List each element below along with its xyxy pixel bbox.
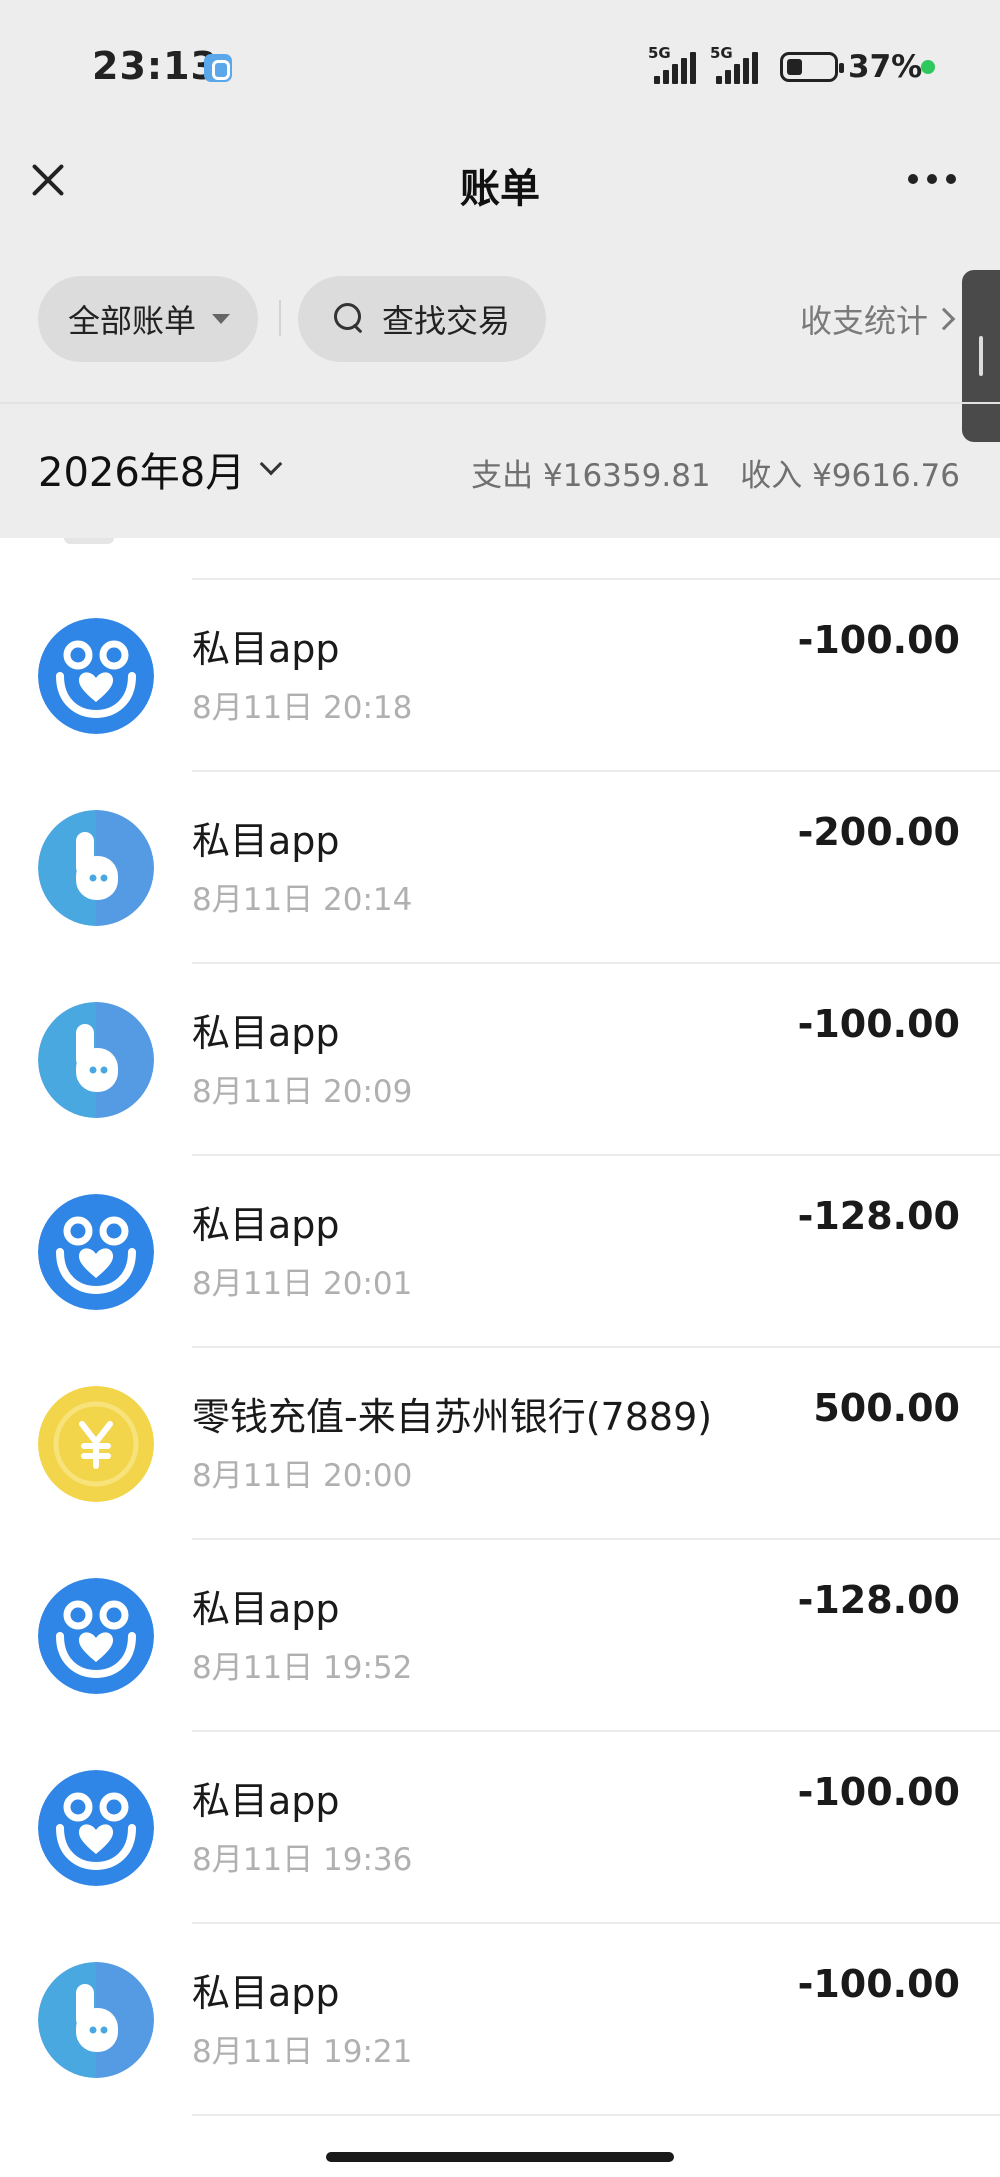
notification-app-icon bbox=[204, 54, 232, 82]
chevron-down-icon bbox=[259, 452, 283, 476]
signal-strength-icon: 5G bbox=[648, 44, 704, 86]
transaction-time: 8月11日 19:52 bbox=[192, 1650, 413, 1686]
transaction-amount: -100.00 bbox=[797, 1962, 960, 2006]
b-logo-icon bbox=[38, 1002, 154, 1118]
transaction-time: 8月11日 20:00 bbox=[192, 1458, 413, 1494]
chevron-right-icon bbox=[932, 307, 956, 331]
transaction-amount: -128.00 bbox=[797, 1578, 960, 1622]
heart-hands-icon bbox=[38, 618, 154, 734]
transaction-row[interactable]: 私目app 8月11日 20:14 -200.00 bbox=[0, 772, 1000, 964]
transaction-title: 私目app bbox=[192, 1587, 340, 1631]
transaction-row[interactable]: 私目app 8月11日 19:36 -100.00 bbox=[0, 1732, 1000, 1924]
divider bbox=[279, 300, 281, 336]
transaction-time: 8月11日 20:14 bbox=[192, 882, 413, 918]
caret-down-icon bbox=[212, 314, 231, 324]
transaction-time: 8月11日 20:18 bbox=[192, 690, 413, 726]
transaction-amount: 500.00 bbox=[813, 1386, 960, 1430]
transaction-title: 私目app bbox=[192, 1203, 340, 1247]
search-transactions-button[interactable]: 查找交易 bbox=[298, 276, 546, 362]
search-icon bbox=[334, 303, 366, 335]
heart-hands-icon bbox=[38, 1578, 154, 1694]
privacy-indicator-dot bbox=[921, 60, 935, 74]
b-logo-icon bbox=[38, 810, 154, 926]
month-summary: 支出 ¥16359.81 收入 ¥9616.76 bbox=[471, 450, 960, 495]
search-label: 查找交易 bbox=[382, 302, 511, 340]
transaction-amount: -100.00 bbox=[797, 618, 960, 662]
signal-strength-icon-2: 5G bbox=[710, 44, 766, 86]
transaction-row[interactable]: 私目app 8月11日 20:18 -100.00 bbox=[0, 580, 1000, 772]
transaction-time: 8月11日 20:01 bbox=[192, 1266, 413, 1302]
income-total: 收入 ¥9616.76 bbox=[740, 458, 960, 494]
transaction-time: 8月11日 20:09 bbox=[192, 1074, 413, 1110]
heart-hands-icon bbox=[38, 1770, 154, 1886]
transaction-title: 零钱充值-来自苏州银行(7889) bbox=[192, 1395, 713, 1439]
network-label-2: 5G bbox=[710, 44, 733, 62]
income-expense-stats-link[interactable]: 收支统计 bbox=[800, 296, 956, 342]
yen-coin-icon bbox=[38, 1386, 154, 1502]
transaction-title: 私目app bbox=[192, 627, 340, 671]
status-time: 23:13 bbox=[92, 44, 218, 88]
b-logo-icon bbox=[38, 1962, 154, 2078]
transaction-title: 私目app bbox=[192, 1779, 340, 1823]
transaction-amount: -128.00 bbox=[797, 1194, 960, 1238]
transaction-amount: -200.00 bbox=[797, 810, 960, 854]
transaction-row[interactable]: 私目app 8月11日 20:09 -100.00 bbox=[0, 964, 1000, 1156]
transaction-row[interactable]: 零钱充值-来自苏州银行(7889) 8月11日 20:00 500.00 bbox=[0, 1348, 1000, 1540]
transaction-row[interactable]: 私目app 8月11日 19:21 -100.00 bbox=[0, 1924, 1000, 2116]
row-divider bbox=[192, 2114, 1000, 2116]
month-label: 2026年8月 bbox=[38, 450, 246, 496]
battery-percent: 37% bbox=[848, 49, 923, 85]
list-item-partial bbox=[0, 538, 1000, 580]
battery-icon bbox=[780, 52, 844, 82]
page-title: 账单 bbox=[460, 166, 540, 212]
all-bills-label: 全部账单 bbox=[68, 302, 197, 340]
divider bbox=[0, 402, 1000, 404]
transaction-amount: -100.00 bbox=[797, 1770, 960, 1814]
stats-label: 收支统计 bbox=[800, 302, 929, 340]
expense-total: 支出 ¥16359.81 bbox=[471, 458, 711, 494]
transaction-row[interactable]: 私目app 8月11日 20:01 -128.00 bbox=[0, 1156, 1000, 1348]
floating-side-handle[interactable] bbox=[962, 270, 1000, 442]
transaction-row[interactable]: 私目app 8月11日 19:52 -128.00 bbox=[0, 1540, 1000, 1732]
heart-hands-icon bbox=[38, 1194, 154, 1310]
transaction-title: 私目app bbox=[192, 1011, 340, 1055]
transaction-title: 私目app bbox=[192, 819, 340, 863]
transaction-title: 私目app bbox=[192, 1971, 340, 2015]
more-options-icon[interactable] bbox=[908, 174, 956, 186]
network-label: 5G bbox=[648, 44, 671, 62]
transaction-amount: -100.00 bbox=[797, 1002, 960, 1046]
month-selector[interactable]: 2026年8月 bbox=[38, 440, 283, 498]
transaction-time: 8月11日 19:36 bbox=[192, 1842, 413, 1878]
home-indicator bbox=[326, 2152, 674, 2162]
all-bills-filter[interactable]: 全部账单 bbox=[38, 276, 258, 362]
transaction-time: 8月11日 19:21 bbox=[192, 2034, 413, 2070]
